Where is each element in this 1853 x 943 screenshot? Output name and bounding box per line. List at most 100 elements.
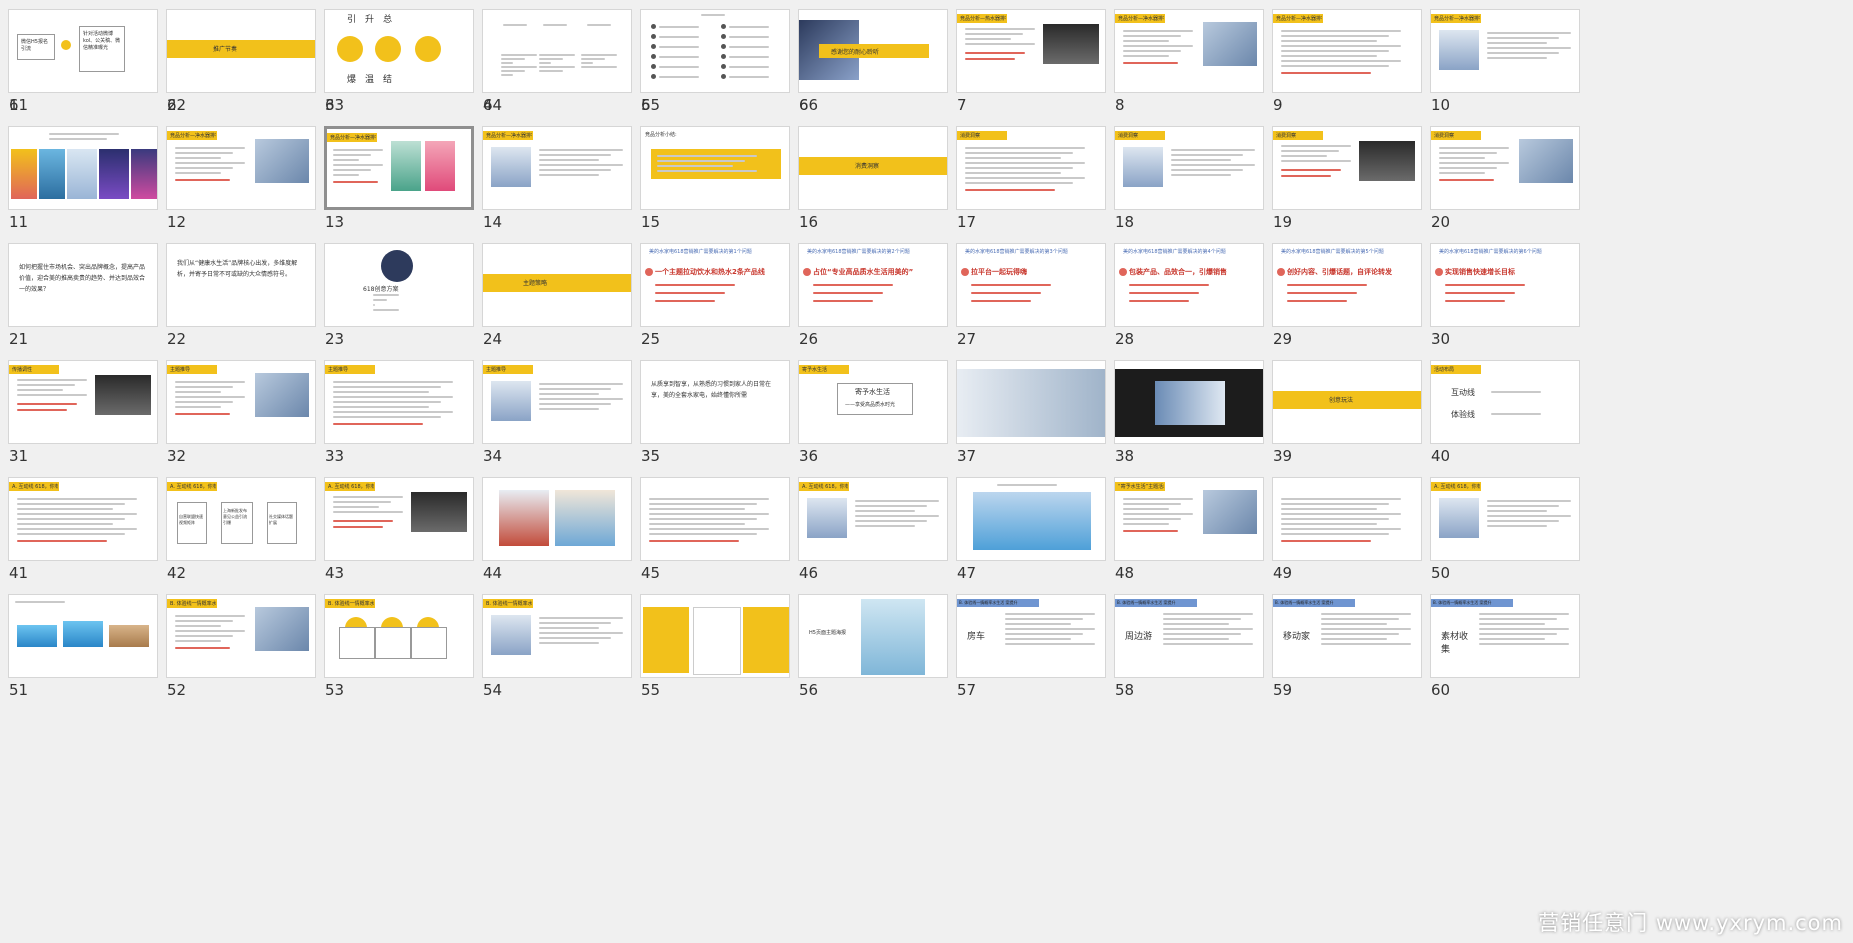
text-line — [539, 642, 599, 644]
slide-thumbnail[interactable]: 美的水家电618营销推广需要解决的第5个问题 创好内容、引爆话题，自评论转发 — [1272, 243, 1422, 327]
list-bullet — [721, 54, 726, 59]
slide-thumbnail[interactable]: 我们从“健康水生活”品牌核心出发，多维度解析，并寄予日常不可或缺的大众情感符号。 — [166, 243, 316, 327]
photo-image — [491, 147, 531, 187]
highlight-line — [971, 284, 1051, 286]
slide-thumbnail[interactable] — [640, 477, 790, 561]
slide-thumbnail[interactable]: 从质享到智享，从熟悉的习惯到家人的日常在享，美的全套水家电，始终懂你所需 — [640, 360, 790, 444]
slide-thumbnail[interactable]: 主题推导 — [324, 360, 474, 444]
slide-thumbnail[interactable]: H5页面主题海报 — [798, 594, 948, 678]
slide-thumbnail[interactable]: 引 升 总爆 温 结 — [324, 9, 474, 93]
text-line — [659, 76, 699, 78]
slide-thumbnail[interactable]: 竞品分析—净水器排行 — [1114, 9, 1264, 93]
highlight-line — [1123, 62, 1178, 64]
slide-thumbnail[interactable]: 传播调性 — [8, 360, 158, 444]
slide-title: 主题策略 — [523, 280, 548, 287]
slide-thumbnail[interactable]: 活动布局 互动线 体验线 — [1430, 360, 1580, 444]
text-line — [539, 632, 623, 634]
phase-circle — [415, 36, 441, 62]
slide-thumbnail[interactable]: 美的水家电618营销推广需要解决的第4个问题 包装产品、品效合一，引爆销售 — [1114, 243, 1264, 327]
text-line — [333, 174, 359, 176]
slide-number: 11 — [9, 213, 29, 231]
slide-thumbnail[interactable]: A. 互动线 618，你有一杯水快递 — [324, 477, 474, 561]
slide-thumbnail[interactable]: 主题策略 — [482, 243, 632, 327]
bullet-dot — [961, 268, 969, 276]
slide-thumbnail[interactable]: B. 体验线一情概率水生活 案提升 — [166, 594, 316, 678]
section-globe — [381, 250, 413, 282]
highlight-line — [333, 423, 423, 425]
slide-thumbnail[interactable]: 618创意方案 — [324, 243, 474, 327]
slide-thumbnail[interactable]: 美的水家电618营销推广需要解决的第3个问题 拉平台一起玩得嗨 — [956, 243, 1106, 327]
slide-thumbnail[interactable]: 竞品分析—热水器排行 — [956, 9, 1106, 93]
slide-thumbnail[interactable]: 消费洞察 — [956, 126, 1106, 210]
key-message: 一个主题拉动饮水和热水2条产品线 — [655, 268, 765, 276]
slide-title: B. 体验线一情概率水生活 案提升 — [1433, 600, 1492, 605]
slide-thumbnail[interactable]: 竞品分析—净水器排行 — [1272, 9, 1422, 93]
slide-thumbnail[interactable]: 消费洞察 — [1272, 126, 1422, 210]
slide-thumbnail[interactable] — [1272, 477, 1422, 561]
text-line — [501, 74, 513, 76]
slide-thumbnail[interactable]: 推广节奏 — [166, 9, 316, 93]
slide-thumbnail[interactable]: A. 互动线 618，你有一杯水快递 — [798, 477, 948, 561]
slide-thumbnail[interactable]: 感谢您的耐心聆听 — [798, 9, 948, 93]
text-line — [1281, 508, 1377, 510]
text-line — [17, 503, 125, 505]
text-line — [1321, 633, 1399, 635]
slide-thumbnail[interactable]: 主题推导 — [482, 360, 632, 444]
text-line — [581, 58, 605, 60]
slide-thumbnail[interactable]: B. 体验线一情概率水生活 案提升 周边游 — [1114, 594, 1264, 678]
text-line — [1479, 633, 1557, 635]
highlight-line — [17, 409, 67, 411]
highlight-line — [971, 292, 1041, 294]
slide-thumbnail[interactable]: 消费洞察 — [1430, 126, 1580, 210]
slide-thumbnail[interactable]: B. 体验线一情概率水生活 案提升 移动家 — [1272, 594, 1422, 678]
slide-thumbnail[interactable]: 消费洞察 — [1114, 126, 1264, 210]
slide-thumbnail[interactable]: B. 体验线一情概率水生活 案提升 房车 — [956, 594, 1106, 678]
slide-title: 活动布局 — [1434, 367, 1455, 373]
text-line — [729, 46, 769, 48]
slide-thumbnail[interactable]: B. 体验线一情概率水生活 案提升 — [482, 594, 632, 678]
slide-thumbnail[interactable]: 微信H5报名引流 针对活动微博kol、公关稿、微信精准曝光 — [8, 9, 158, 93]
text-line — [1487, 57, 1547, 59]
slide-thumbnail[interactable]: 美的水家电618营销推广需要解决的第6个问题 实现销售快速增长目标 — [1430, 243, 1580, 327]
stage-box — [339, 627, 375, 659]
highlight-line — [333, 526, 383, 528]
slide-title: 感谢您的耐心聆听 — [831, 49, 880, 56]
slide-number: 41 — [9, 564, 29, 582]
slide-thumbnail[interactable] — [640, 594, 790, 678]
slide-title: 主题推导 — [328, 367, 349, 373]
text-line — [1479, 613, 1569, 615]
flow-box-label: 社交媒体话题扩展 — [269, 514, 293, 525]
slide-thumbnail[interactable] — [8, 594, 158, 678]
slide-thumbnail[interactable]: B. 体验线一情概率水生活 案提升 素材收集 — [1430, 594, 1580, 678]
slide-title: 美的水家电618营销推广需要解决的第2个问题 — [807, 249, 910, 255]
slide-thumbnail[interactable] — [482, 9, 632, 93]
slide-thumbnail[interactable] — [640, 9, 790, 93]
slide-title: 美的水家电618营销推广需要解决的第4个问题 — [1123, 249, 1226, 255]
slide-thumbnail[interactable]: B. 体验线一情概率水生活 案提升 — [324, 594, 474, 678]
slide-thumbnail[interactable]: 创意玩法 — [1272, 360, 1422, 444]
slide-thumbnail[interactable]: “寄予水生活”主题活动 — [1114, 477, 1264, 561]
photo-image — [1043, 24, 1099, 64]
text-line — [1479, 628, 1569, 630]
slide-thumbnail[interactable] — [1114, 360, 1264, 444]
slide-thumbnail[interactable]: 主题推导 — [166, 360, 316, 444]
slide-thumbnail-cell[interactable]: 感谢您的耐心聆听 66 — [790, 0, 976, 139]
text-line — [539, 154, 611, 156]
slide-thumbnail-cell[interactable]: B. 体验线一情概率水生活 案提升 素材收集 60 — [1422, 585, 1608, 724]
bullet-dot — [803, 268, 811, 276]
slide-thumbnail[interactable]: 如何把握住市场机会、突出品牌概念，提高产品价值，迎合美的推高卖贵的趋势、并达到品… — [8, 243, 158, 327]
slide-thumbnail[interactable] — [956, 360, 1106, 444]
column-band — [743, 607, 789, 673]
slide-thumbnail[interactable]: 美的水家电618营销推广需要解决的第1个问题 一个主题拉动饮水和热水2条产品线 — [640, 243, 790, 327]
slide-thumbnail[interactable]: 竞品分析—净水器排行 — [1430, 9, 1580, 93]
text-line — [333, 149, 383, 151]
slide-thumbnail[interactable]: A. 互动线 618，你有一杯水快递 — [1430, 477, 1580, 561]
slide-thumbnail[interactable]: A. 互动线 618，你有一杯水快递自营联盟快速视频矩阵 上海新批发布意见公益引流… — [166, 477, 316, 561]
slide-thumbnail[interactable]: A. 互动线 618，你有一杯水快递 — [8, 477, 158, 561]
text-line — [1281, 503, 1389, 505]
slide-thumbnail[interactable] — [482, 477, 632, 561]
slide-thumbnail[interactable]: 美的水家电618营销推广需要解决的第2个问题 占位“专业高品质水生活用美的” — [798, 243, 948, 327]
slide-thumbnail[interactable]: 寄予水生活 寄予水生活 ——享受高品质水时光 — [798, 360, 948, 444]
text-line — [1439, 172, 1485, 174]
slide-thumbnail[interactable] — [956, 477, 1106, 561]
